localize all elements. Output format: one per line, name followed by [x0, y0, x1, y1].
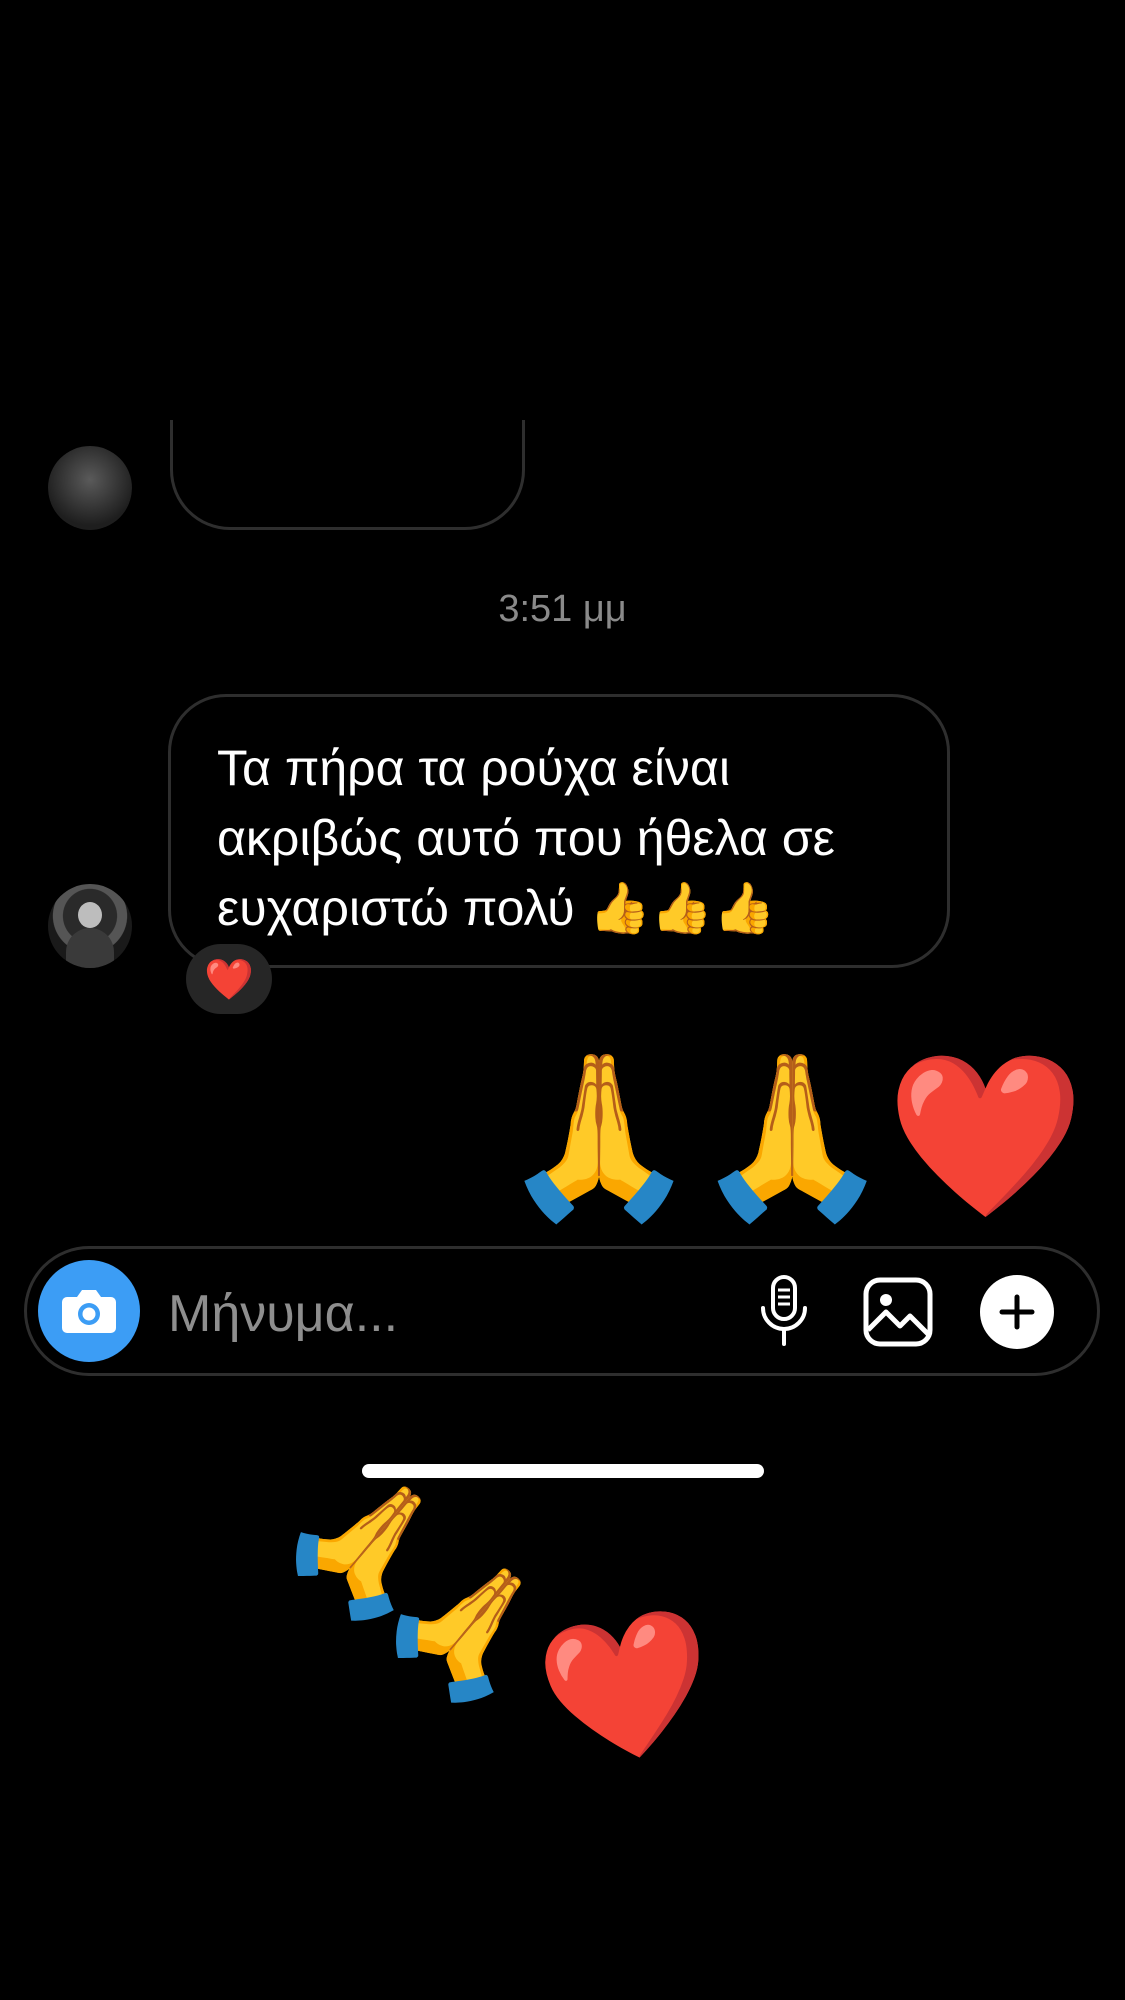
gallery-button[interactable]	[860, 1274, 936, 1350]
microphone-icon	[761, 1275, 807, 1346]
add-button[interactable]	[980, 1275, 1054, 1349]
previous-message-bubble[interactable]	[170, 420, 525, 530]
heart-reaction[interactable]: ❤️	[186, 944, 272, 1014]
sender-avatar[interactable]	[48, 884, 132, 968]
microphone-button[interactable]	[752, 1270, 816, 1354]
incoming-message-text: Τα πήρα τα ρούχα είναι ακριβώς αυτό που …	[217, 740, 835, 936]
heart-sticker: ❤️	[527, 1595, 727, 1780]
plus-icon	[999, 1294, 1035, 1330]
incoming-message-bubble[interactable]: Τα πήρα τα ρούχα είναι ακριβώς αυτό που …	[168, 694, 950, 968]
home-indicator[interactable]	[362, 1464, 764, 1478]
message-input[interactable]	[168, 1282, 688, 1346]
gallery-icon	[863, 1277, 933, 1347]
outgoing-emoji-message[interactable]: 🙏🙏❤️	[499, 1046, 1085, 1226]
message-timestamp: 3:51 μμ	[498, 588, 627, 630]
camera-button[interactable]	[38, 1260, 140, 1362]
camera-icon	[62, 1290, 116, 1333]
previous-sender-avatar[interactable]	[48, 430, 132, 530]
